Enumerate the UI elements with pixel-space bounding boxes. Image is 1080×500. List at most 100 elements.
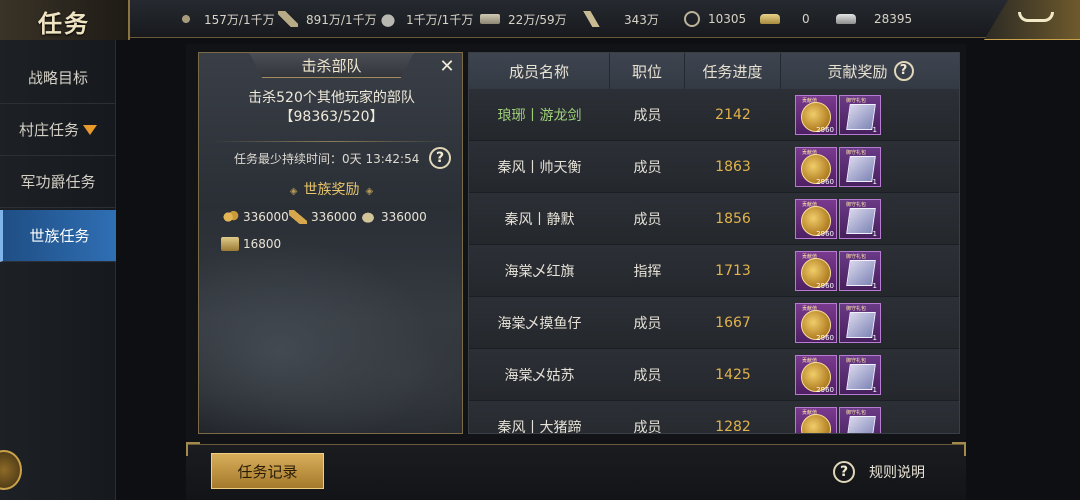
member-role: 成员 bbox=[633, 212, 662, 228]
task-record-button[interactable]: 任务记录 bbox=[211, 453, 324, 489]
member-role: 成员 bbox=[633, 368, 662, 384]
book-count: 1 bbox=[872, 386, 877, 394]
scroll-icon bbox=[582, 11, 602, 27]
resource-wheat: 157万/1千万 bbox=[176, 9, 275, 29]
member-role: 成员 bbox=[633, 420, 662, 434]
wood-icon bbox=[289, 210, 307, 224]
sidebar-item-label: 军功爵任务 bbox=[20, 173, 96, 191]
frame-corner-ornament bbox=[952, 442, 966, 456]
column-header-reward-label: 贡献奖励 bbox=[827, 62, 888, 81]
member-progress: 1667 bbox=[715, 315, 751, 331]
sidebar-item-label: 世族任务 bbox=[29, 227, 90, 245]
contribution-coin-icon[interactable]: 贡献值2960 bbox=[795, 199, 837, 239]
book-count: 1 bbox=[872, 178, 877, 186]
sidebar-item-military-rank[interactable]: 军功爵任务 bbox=[0, 156, 116, 208]
book-count: 1 bbox=[872, 126, 877, 134]
resource-value: 343万 bbox=[624, 12, 659, 27]
member-role: 成员 bbox=[633, 316, 662, 332]
dropdown-triangle-icon bbox=[83, 124, 97, 135]
table-header: 成员名称 职位 任务进度 贡献奖励 ? bbox=[469, 53, 959, 89]
member-progress: 1425 bbox=[715, 367, 751, 383]
member-role: 成员 bbox=[633, 160, 662, 176]
sidebar-item-village[interactable]: 村庄任务 bbox=[0, 104, 116, 156]
close-icon[interactable]: ✕ bbox=[437, 57, 457, 77]
gift-pack-icon[interactable]: 御守礼包1 bbox=[839, 199, 881, 239]
contribution-coin-icon[interactable]: 贡献值2960 bbox=[795, 95, 837, 135]
task-header: 击杀部队 bbox=[249, 53, 414, 78]
column-header-role: 职位 bbox=[610, 53, 685, 89]
book-count: 1 bbox=[872, 230, 877, 238]
book-label: 御守礼包 bbox=[846, 358, 867, 364]
gift-pack-icon[interactable]: 御守礼包1 bbox=[839, 251, 881, 291]
wheat-icon bbox=[176, 11, 196, 27]
member-progress: 2142 bbox=[715, 107, 751, 123]
reward-value: 336000 bbox=[311, 210, 357, 224]
table-row[interactable]: 海棠乄姑苏 成员 1425 贡献值 2960 御守礼包 1 bbox=[469, 349, 959, 401]
resource-value: 22万/59万 bbox=[508, 12, 567, 27]
sidebar-item-label: 战略目标 bbox=[27, 69, 88, 87]
resource-value: 0 bbox=[802, 12, 810, 26]
member-progress: 1713 bbox=[715, 263, 751, 279]
coin-count: 2960 bbox=[816, 386, 834, 394]
gift-pack-icon[interactable]: 御守礼包 1 bbox=[839, 355, 881, 395]
member-name: 海棠乄姑苏 bbox=[504, 368, 575, 384]
table-row[interactable]: 秦风丨大猪蹄 成员 1282 贡献值2960 御守礼包1 bbox=[469, 401, 959, 434]
divider bbox=[211, 141, 451, 142]
gift-pack-icon[interactable]: 御守礼包1 bbox=[839, 407, 881, 433]
resource-iron: 22万/59万 bbox=[480, 9, 567, 29]
member-progress: 1856 bbox=[715, 211, 751, 227]
column-header-reward: 贡献奖励 ? bbox=[781, 53, 959, 89]
task-detail-panel: 击杀部队 ✕ 击杀520个其他玩家的部队 【98363/520】 任务最少持续时… bbox=[198, 52, 463, 434]
member-name: 海棠乄摸鱼仔 bbox=[497, 316, 582, 332]
reward-items: 贡献值2960 御守礼包 1 bbox=[781, 89, 959, 141]
member-name: 秦风丨大猪蹄 bbox=[497, 420, 582, 434]
resource-scroll: 343万 bbox=[582, 9, 659, 29]
resource-copper: 10305 bbox=[684, 9, 746, 29]
resource-value: 10305 bbox=[708, 12, 747, 26]
gift-pack-icon[interactable]: 御守礼包1 bbox=[839, 95, 881, 135]
help-icon[interactable]: ? bbox=[833, 461, 855, 483]
sidebar-item-strategy[interactable]: 战略目标 bbox=[0, 52, 116, 104]
table-row[interactable]: 秦风丨帅天衡 成员 1863 贡献值 2960 御守礼包 1 bbox=[469, 141, 959, 193]
table-row[interactable]: 海棠乄摸鱼仔 成员 1667 贡献值 2960 御守礼包 1 bbox=[469, 297, 959, 349]
contribution-coin-icon[interactable]: 贡献值2960 bbox=[795, 147, 837, 187]
silver-ingot-icon bbox=[836, 14, 856, 24]
contribution-coin-icon[interactable]: 贡献值2960 bbox=[795, 303, 837, 343]
table-row[interactable]: 秦风丨静默 成员 1856 贡献值 2960 御守礼包 1 bbox=[469, 193, 959, 245]
back-button[interactable] bbox=[984, 0, 1080, 40]
frame-corner-ornament bbox=[186, 442, 200, 456]
member-name: 秦风丨帅天衡 bbox=[497, 160, 582, 176]
book-count: 1 bbox=[872, 282, 877, 290]
reward-items: 贡献值2960 御守礼包 1 bbox=[781, 297, 959, 349]
coin-count: 2960 bbox=[816, 178, 834, 186]
reward-wheat: 336000 bbox=[221, 210, 289, 224]
sidebar-item-clan[interactable]: 世族任务 bbox=[0, 210, 116, 262]
back-arrow-icon bbox=[1018, 12, 1054, 22]
reward-value: 336000 bbox=[381, 210, 427, 224]
task-progress: 【98363/520】 bbox=[279, 109, 384, 125]
table-row[interactable]: 海棠乄红旗 指挥 1713 贡献值 2960 御守礼包 1 bbox=[469, 245, 959, 297]
resource-value: 28395 bbox=[874, 12, 913, 26]
rules-link[interactable]: ? 规则说明 bbox=[833, 461, 925, 483]
gift-pack-icon[interactable]: 御守礼包 1 bbox=[839, 303, 881, 343]
title-plate: 任务 bbox=[0, 0, 130, 40]
resource-value: 891万/1千万 bbox=[306, 12, 377, 27]
contribution-coin-icon[interactable]: 贡献值2960 bbox=[795, 407, 837, 433]
help-icon[interactable]: ? bbox=[893, 61, 914, 81]
contribution-coin-icon[interactable]: 贡献值2960 bbox=[795, 251, 837, 291]
task-description: 击杀520个其他玩家的部队 bbox=[248, 90, 415, 106]
member-progress: 1863 bbox=[715, 159, 751, 175]
help-icon[interactable]: ? bbox=[429, 147, 451, 169]
book-count: 1 bbox=[872, 334, 877, 342]
column-header-name: 成员名称 bbox=[469, 53, 610, 89]
book-label: 御守礼包 bbox=[846, 150, 867, 156]
member-name: 琅琊丨游龙剑 bbox=[497, 108, 582, 124]
reward-items: 贡献值2960 御守礼包 1 bbox=[781, 141, 959, 193]
stone-icon bbox=[359, 210, 377, 224]
iron-icon bbox=[480, 14, 500, 24]
wheat-icon bbox=[221, 210, 239, 224]
book-label: 御守礼包 bbox=[846, 306, 867, 312]
contribution-coin-icon[interactable]: 贡献值2960 bbox=[795, 355, 837, 395]
gift-pack-icon[interactable]: 御守礼包 1 bbox=[839, 147, 881, 187]
table-row[interactable]: 琅琊丨游龙剑 成员 2142 贡献值 2960 御守礼包 1 bbox=[469, 89, 959, 141]
